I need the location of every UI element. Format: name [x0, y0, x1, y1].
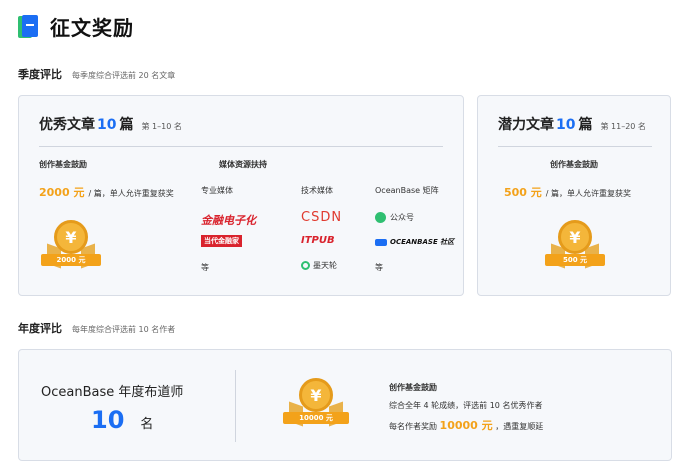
quarterly-sub: 每季度综合评选前 20 名文章	[72, 71, 176, 80]
potential-title: 潜力文章 10 篇 第 11–20 名	[498, 114, 646, 134]
yearly-line2-amount: 10000 元	[439, 419, 493, 432]
col-head-tech-media: 技术媒体	[301, 186, 333, 195]
vertical-divider	[235, 370, 236, 442]
potential-fund-head: 创作基金鼓励	[550, 160, 598, 169]
logo-motianlun: 墨天轮	[301, 260, 337, 271]
yearly-line2-pre: 每名作者奖励	[389, 422, 437, 431]
potential-rank: 第 11–20 名	[600, 122, 646, 131]
excellent-amount: 2000 元	[39, 186, 85, 199]
excellent-amount-line: 2000 元 / 篇，单人允许重复获奖	[39, 184, 174, 200]
yearly-info: 创作基金鼓励 综合全年 4 轮成绩，评选前 10 名优秀作者 每名作者奖励 10…	[389, 382, 543, 439]
potential-unit: 篇	[578, 117, 593, 133]
excellent-name: 优秀文章	[39, 117, 95, 133]
potential-medal: ¥ 500 元	[545, 220, 605, 276]
oceanbase-icon	[375, 238, 387, 246]
excellent-title: 优秀文章 10 篇 第 1–10 名	[39, 114, 182, 134]
yearly-fund-head: 创作基金鼓励	[389, 383, 437, 392]
divider	[39, 146, 443, 147]
logo-csdn: CSDN	[301, 210, 343, 225]
page-header: 征文奖励	[18, 12, 134, 41]
yearly-count-line: 10 名	[91, 406, 153, 434]
ob-community-label: OCEANBASE 社区	[390, 238, 455, 246]
logo-dangdai: 当代金融家	[201, 235, 242, 247]
yearly-count: 10	[91, 406, 125, 434]
wechat-icon	[375, 212, 386, 223]
book-icon	[18, 14, 40, 39]
motianlun-icon	[301, 261, 310, 270]
yearly-section-label: 年度评比 每年度综合评选前 10 名作者	[18, 320, 175, 336]
col-head-pro-media: 专业媒体	[201, 186, 233, 195]
yearly-unit: 名	[140, 417, 154, 432]
potential-medal-label: 500 元	[545, 254, 605, 266]
yearly-medal: ¥ 10000 元	[283, 378, 349, 434]
yearly-card: OceanBase 年度布道师 10 名 ¥ 10000 元 创作基金鼓励 综合…	[18, 349, 672, 461]
excellent-count: 10	[97, 117, 117, 133]
excellent-amount-rest: / 篇，单人允许重复获奖	[88, 189, 174, 198]
logo-ob-community: OCEANBASE 社区	[375, 237, 454, 247]
excellent-medal: ¥ 2000 元	[41, 220, 101, 276]
potential-amount: 500 元	[504, 186, 542, 199]
potential-amount-rest: / 篇，单人允许重复获奖	[545, 189, 632, 198]
yearly-medal-label: 10000 元	[283, 412, 349, 424]
logo-itpub: ITPUB	[301, 235, 335, 246]
wechat-label: 公众号	[390, 213, 414, 222]
potential-count: 10	[556, 117, 576, 133]
divider	[498, 146, 652, 147]
excellent-medal-label: 2000 元	[41, 254, 101, 266]
yearly-line2-post: ，遇重复顺延	[495, 422, 544, 431]
page-title: 征文奖励	[50, 16, 134, 40]
col-head-ob-matrix: OceanBase 矩阵	[375, 186, 439, 195]
yearly-line2: 每名作者奖励 10000 元 ，遇重复顺延	[389, 417, 543, 433]
etc-pro: 等	[201, 263, 209, 272]
logo-jinrong: 金融电子化	[201, 214, 256, 227]
yuan-coin-icon: ¥	[558, 220, 592, 254]
potential-article-card: 潜力文章 10 篇 第 11–20 名 创作基金鼓励 500 元 / 篇，单人允…	[477, 95, 671, 296]
excellent-rank: 第 1–10 名	[141, 122, 182, 131]
excellent-article-card: 优秀文章 10 篇 第 1–10 名 创作基金鼓励 2000 元 / 篇，单人允…	[18, 95, 464, 296]
motianlun-label: 墨天轮	[313, 261, 337, 270]
potential-amount-line: 500 元 / 篇，单人允许重复获奖	[504, 184, 631, 200]
yuan-coin-icon: ¥	[54, 220, 88, 254]
quarterly-label: 季度评比	[18, 68, 62, 81]
excellent-unit: 篇	[119, 117, 134, 133]
excellent-fund-head: 创作基金鼓励	[39, 160, 87, 169]
logo-wechat: 公众号	[375, 212, 414, 223]
etc-ob: 等	[375, 263, 383, 272]
yuan-coin-icon: ¥	[299, 378, 333, 412]
yearly-label: 年度评比	[18, 322, 62, 335]
yearly-line1: 综合全年 4 轮成绩，评选前 10 名优秀作者	[389, 401, 543, 410]
media-head: 媒体资源扶持	[219, 160, 267, 169]
potential-name: 潜力文章	[498, 117, 554, 133]
quarterly-section-label: 季度评比 每季度综合评选前 20 名文章	[18, 66, 175, 82]
yearly-title: OceanBase 年度布道师	[41, 385, 184, 400]
yearly-sub: 每年度综合评选前 10 名作者	[72, 325, 176, 334]
